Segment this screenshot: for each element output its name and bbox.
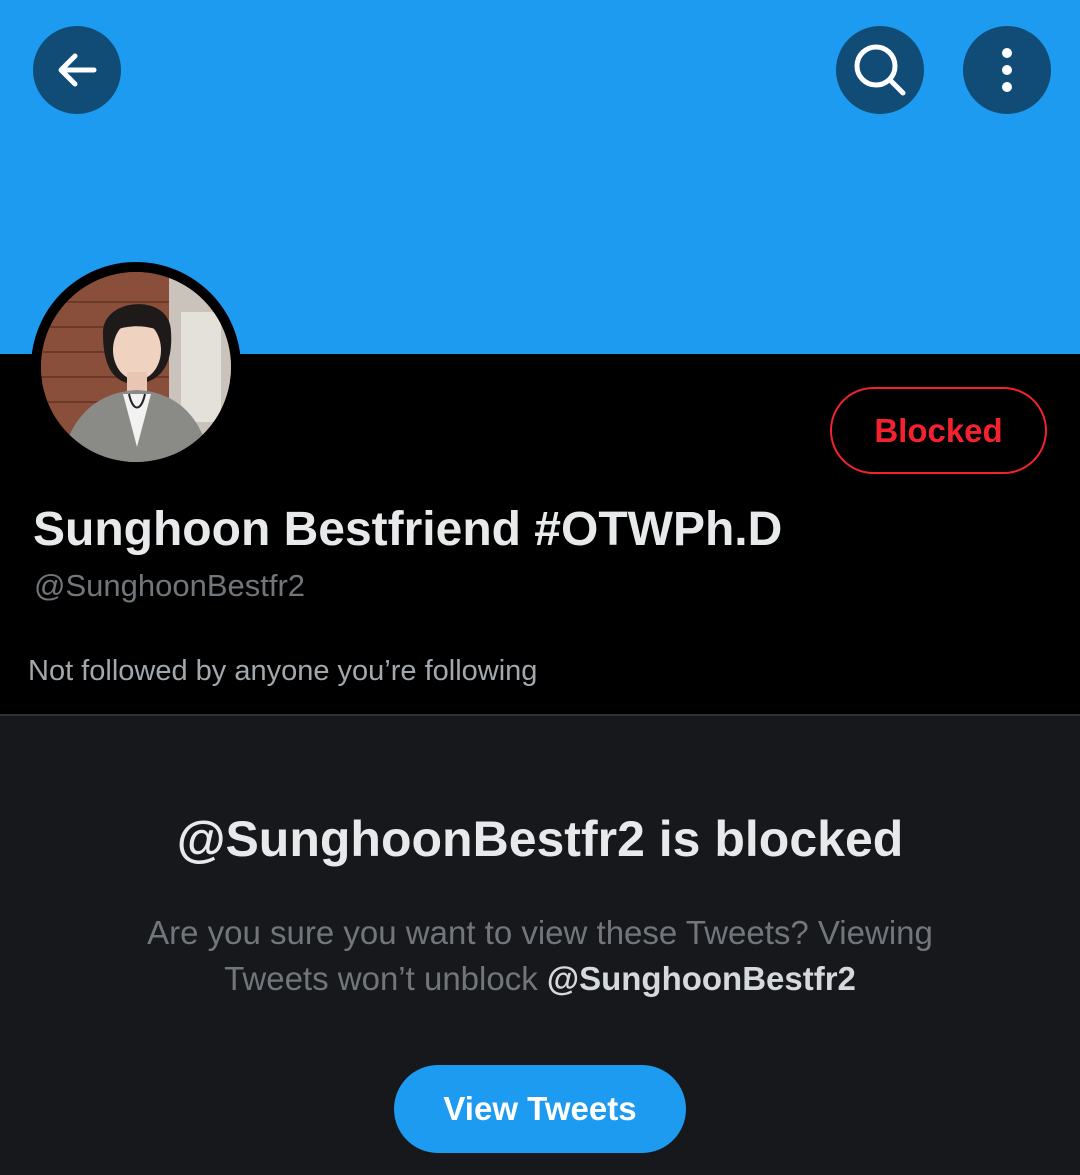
profile-display-name: Sunghoon Bestfriend #OTWPh.D	[33, 503, 783, 556]
followed-by-text: Not followed by anyone you’re following	[28, 655, 538, 687]
blocked-notice-text: Are you sure you want to view these Twee…	[100, 910, 980, 1002]
view-tweets-button[interactable]: View Tweets	[394, 1065, 686, 1153]
more-vertical-icon	[1002, 48, 1012, 92]
search-button[interactable]	[836, 26, 924, 114]
blocked-notice-mention[interactable]: @SunghoonBestfr2	[547, 960, 856, 997]
more-options-button[interactable]	[963, 26, 1051, 114]
blocked-button[interactable]: Blocked	[830, 387, 1047, 474]
avatar-ring	[31, 262, 241, 472]
avatar[interactable]	[41, 272, 231, 462]
blocked-notice-title: @SunghoonBestfr2 is blocked	[176, 811, 904, 867]
back-button[interactable]	[33, 26, 121, 114]
profile-page: Blocked Sunghoon Bestfriend #OTWPh.D @Su…	[0, 0, 1080, 1175]
avatar-photo	[41, 272, 231, 462]
search-icon	[854, 44, 906, 96]
arrow-left-icon	[58, 53, 97, 87]
profile-handle: @SunghoonBestfr2	[34, 568, 306, 603]
